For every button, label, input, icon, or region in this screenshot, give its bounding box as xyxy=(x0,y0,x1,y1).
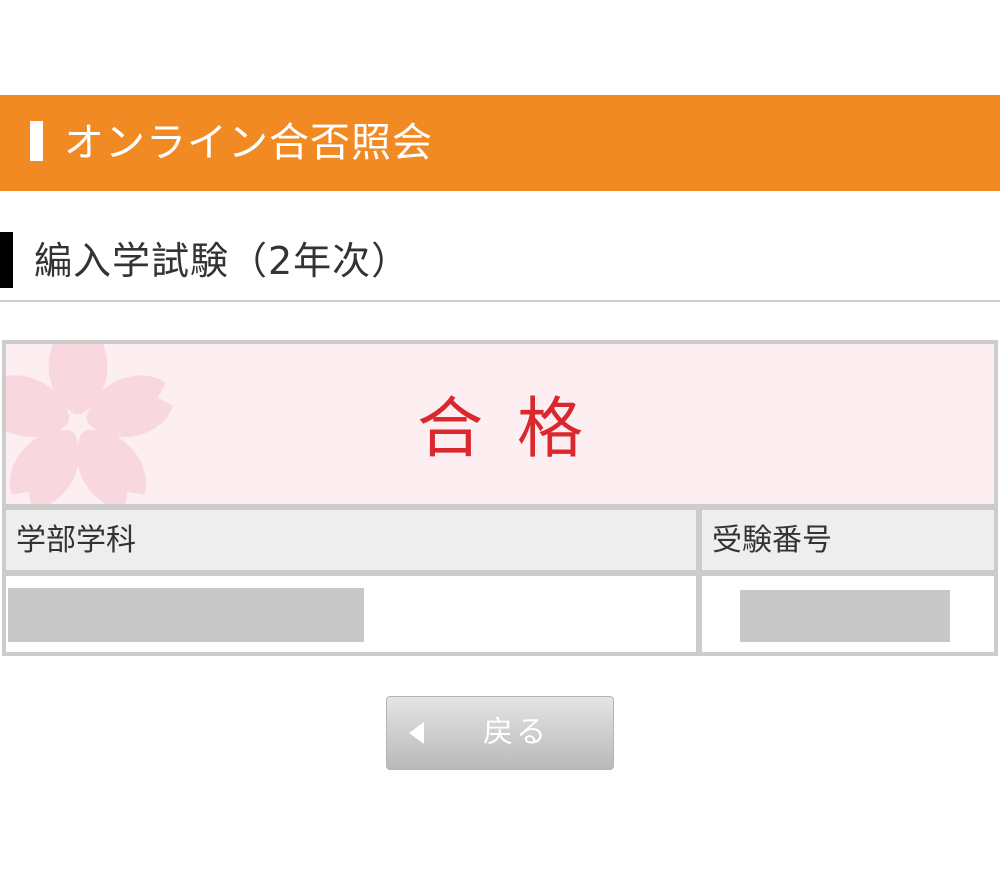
department-redacted xyxy=(8,588,364,642)
exam-number-value-cell xyxy=(698,572,998,656)
page-header: オンライン合否照会 xyxy=(0,95,1000,191)
exam-number-header-cell: 受験番号 xyxy=(698,506,998,574)
section-title: 編入学試験（2年次） xyxy=(34,239,411,283)
section-marker xyxy=(0,232,13,288)
result-table: 合格 学部学科 受験番号 xyxy=(2,340,998,656)
department-header-cell: 学部学科 xyxy=(2,506,700,574)
exam-number-header: 受験番号 xyxy=(712,523,832,558)
result-row: 合格 xyxy=(2,340,998,508)
back-button[interactable]: 戻る xyxy=(386,696,614,770)
result-status: 合格 xyxy=(417,390,617,467)
page-title: オンライン合否照会 xyxy=(64,120,433,166)
header-accent-bar xyxy=(30,121,43,161)
department-header: 学部学科 xyxy=(16,523,136,558)
back-button-label: 戻る xyxy=(483,715,549,750)
exam-number-redacted xyxy=(740,590,950,642)
section-heading: 編入学試験（2年次） xyxy=(0,226,1000,302)
department-value-cell xyxy=(2,572,700,656)
